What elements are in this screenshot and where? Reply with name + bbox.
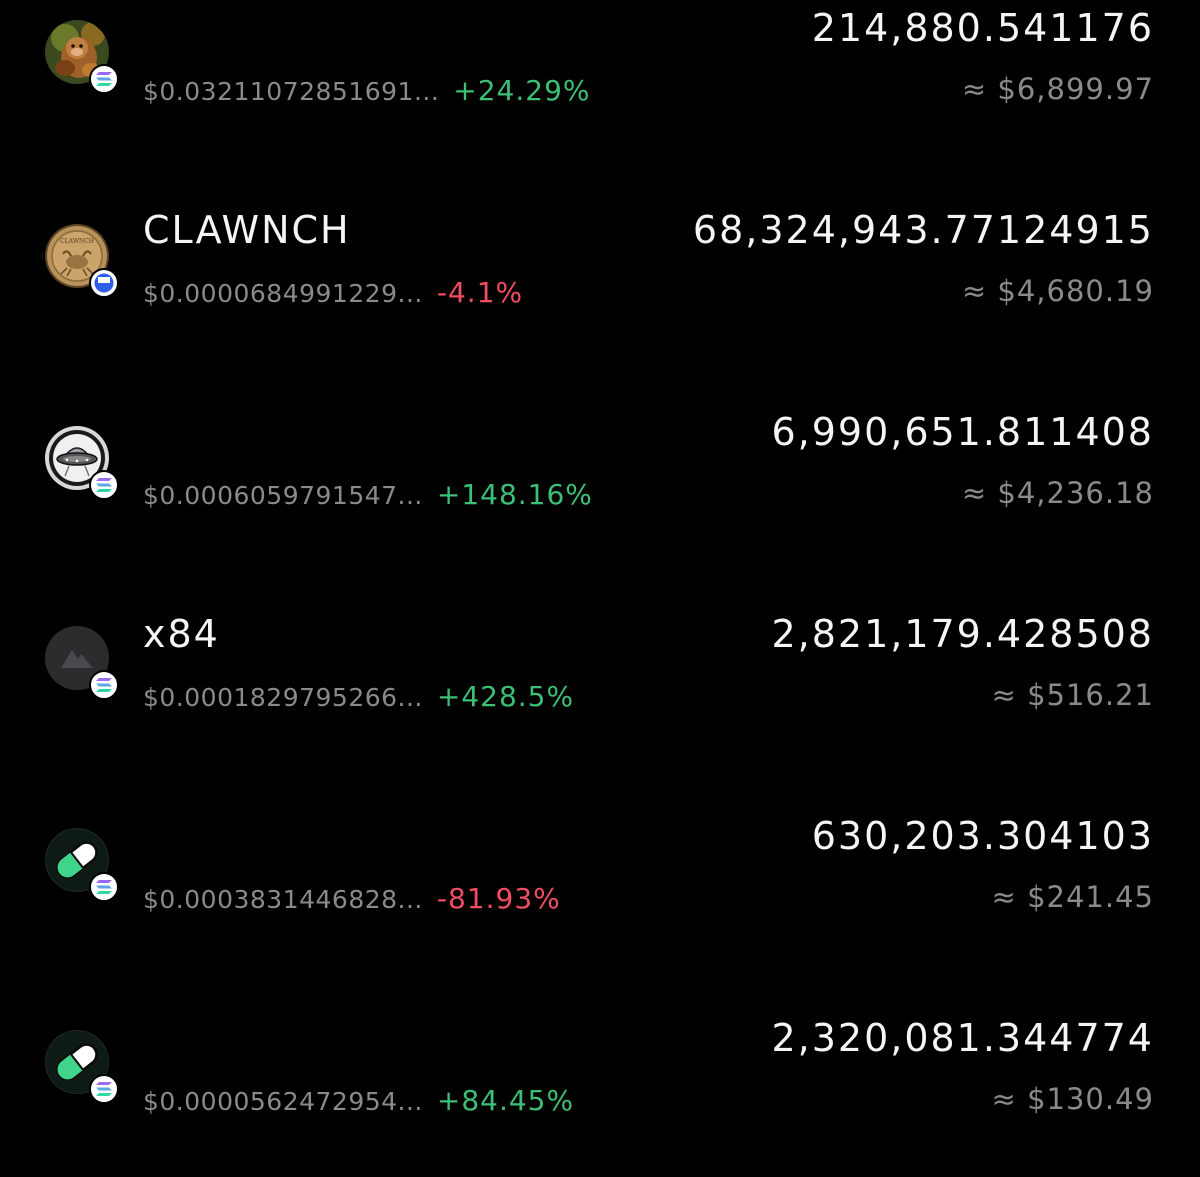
token-icon-wrap (45, 1030, 119, 1104)
price-value: $0.0006059791547... (143, 481, 423, 510)
solana-icon (89, 1074, 119, 1104)
price-value: $0.0003831446828... (143, 885, 423, 914)
solana-icon (89, 470, 119, 500)
token-icon-wrap (45, 626, 119, 700)
price-value: $0.0001829795266... (143, 683, 423, 712)
price-change-negative: -4.1% (436, 276, 524, 309)
token-icon-wrap (45, 20, 119, 94)
token-usd-value: ≈ $4,680.19 (961, 274, 1154, 308)
solana-icon (89, 64, 119, 94)
token-balance: 2,821,179.428508 (771, 612, 1154, 656)
token-price: $0.0003831446828... -81.93% (143, 882, 561, 915)
price-change-positive: +84.45% (436, 1084, 575, 1117)
base-icon (89, 268, 119, 298)
token-name: CLAWNCH (143, 208, 351, 252)
token-row[interactable]: CLAWNCH CLAWNCH $0.0000684991229... -4.1%… (0, 202, 1200, 332)
token-usd-value: ≈ $4,236.18 (961, 476, 1154, 510)
token-balance: 214,880.541176 (811, 6, 1154, 50)
token-price: $0.0000684991229... -4.1% (143, 276, 523, 309)
token-price: $0.0000562472954... +84.45% (143, 1084, 574, 1117)
token-price: $0.03211072851691... +24.29% (143, 74, 591, 107)
token-price: $0.0001829795266... +428.5% (143, 680, 574, 713)
token-icon-wrap (45, 828, 119, 902)
price-value: $0.0000684991229... (143, 279, 423, 308)
token-usd-value: ≈ $130.49 (991, 1082, 1154, 1116)
price-change-positive: +428.5% (436, 680, 575, 713)
token-row[interactable]: x84 $0.0001829795266... +428.5% 2,821,179… (0, 606, 1200, 736)
token-list: $0.03211072851691... +24.29% 214,880.5411… (0, 0, 1200, 1177)
token-row[interactable]: $0.0003831446828... -81.93% 630,203.30410… (0, 808, 1200, 938)
token-row[interactable]: $0.0000562472954... +84.45% 2,320,081.344… (0, 1010, 1200, 1140)
price-value: $0.03211072851691... (143, 77, 440, 106)
token-icon-wrap (45, 426, 119, 500)
token-usd-value: ≈ $241.45 (991, 880, 1154, 914)
price-value: $0.0000562472954... (143, 1087, 423, 1116)
price-change-positive: +24.29% (453, 74, 591, 107)
token-balance: 6,990,651.811408 (771, 410, 1154, 454)
token-row[interactable]: $0.0006059791547... +148.16% 6,990,651.81… (0, 404, 1200, 534)
token-balance: 630,203.304103 (811, 814, 1154, 858)
price-change-positive: +148.16% (436, 478, 593, 511)
svg-text:CLAWNCH: CLAWNCH (60, 238, 94, 245)
token-price: $0.0006059791547... +148.16% (143, 478, 593, 511)
solana-icon (89, 872, 119, 902)
token-name: x84 (143, 612, 220, 656)
token-balance: 2,320,081.344774 (771, 1016, 1154, 1060)
token-icon-wrap: CLAWNCH (45, 224, 119, 298)
token-usd-value: ≈ $516.21 (991, 678, 1154, 712)
solana-icon (89, 670, 119, 700)
token-row[interactable]: $0.03211072851691... +24.29% 214,880.5411… (0, 0, 1200, 130)
price-change-negative: -81.93% (436, 882, 561, 915)
token-balance: 68,324,943.77124915 (692, 208, 1154, 252)
token-usd-value: ≈ $6,899.97 (961, 72, 1154, 106)
